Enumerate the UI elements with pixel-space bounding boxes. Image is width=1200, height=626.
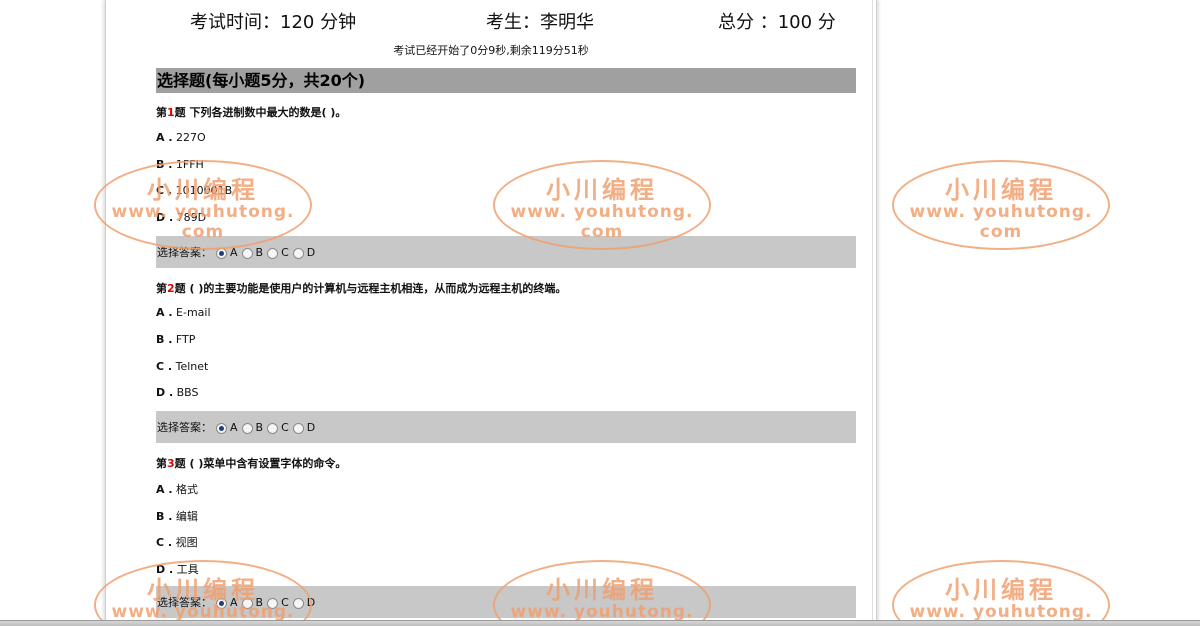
answer-choice-label: A — [230, 420, 238, 434]
answer-choice-label: D — [306, 595, 316, 609]
option-key: B . — [156, 158, 173, 171]
answer-label: 选择答案： — [157, 246, 212, 259]
option-c: C . 1010001B — [156, 184, 232, 197]
option-text: BBS — [173, 386, 199, 399]
answer-radio-b[interactable] — [241, 422, 253, 434]
option-text: 227O — [172, 131, 206, 144]
option-key: C . — [156, 360, 173, 373]
option-key: B . — [156, 333, 173, 346]
answer-label: 选择答案： — [157, 421, 212, 434]
option-text: 1010001B — [172, 184, 233, 197]
option-text: E-mail — [172, 306, 211, 319]
question-number: 3 — [167, 457, 175, 470]
question-text: 题 ( )菜单中含有设置字体的命令。 — [174, 457, 347, 470]
answer-choice-label: D — [306, 245, 316, 259]
option-d: D . 工具 — [156, 561, 199, 577]
option-a: A . E-mail — [156, 306, 211, 319]
answer-choice-label: C — [281, 420, 289, 434]
answer-label: 选择答案： — [157, 596, 212, 609]
answer-choice-label: B — [255, 420, 264, 434]
answer-choice-label: A — [230, 245, 238, 259]
exam-header: 考试时间：120 分钟 考生：李明华 总分 ：100 分 — [106, 8, 876, 34]
option-key: A . — [156, 483, 173, 496]
option-text: 格式 — [172, 483, 199, 496]
option-text: 工具 — [173, 563, 199, 576]
answer-choice-label: C — [281, 245, 289, 259]
question-text: 题 下列各进制数中最大的数是( )。 — [174, 106, 347, 119]
question-prefix: 第 — [156, 282, 167, 295]
option-c: C . 视图 — [156, 534, 198, 550]
answer-radio-a[interactable] — [216, 597, 227, 609]
option-key: A . — [156, 131, 173, 144]
option-b: B . 1FFH — [156, 158, 204, 171]
option-text: FTP — [172, 333, 196, 346]
answer-choice-label: A — [230, 595, 238, 609]
watermark: 小川编程 www. youhutong. com — [892, 560, 1110, 626]
answer-choice-label: B — [255, 245, 264, 259]
exam-student-label: 考生：李明华 — [486, 12, 594, 33]
watermark-url: www. youhutong. com — [909, 202, 1093, 242]
option-key: B . — [156, 510, 173, 523]
answer-radio-d[interactable] — [292, 422, 304, 434]
option-key: D . — [156, 211, 174, 224]
question-title: 第1题 下列各进制数中最大的数是( )。 — [156, 104, 346, 120]
section-title: 选择题(每小题5分，共20个) — [156, 68, 856, 93]
answer-radio-d[interactable] — [292, 247, 304, 259]
answer-bar: 选择答案： A B C D — [156, 411, 856, 443]
answer-bar: 选择答案： A B C D — [156, 586, 856, 618]
question-number: 1 — [167, 106, 175, 119]
option-d: D . BBS — [156, 386, 199, 399]
watermark-text: 小川编程 — [945, 176, 1057, 204]
answer-choice-label: D — [306, 420, 316, 434]
option-key: C . — [156, 536, 173, 549]
question-prefix: 第 — [156, 457, 167, 470]
answer-bar: 选择答案： A B C D — [156, 236, 856, 268]
option-text: 789D — [173, 211, 207, 224]
exam-total-score-label: 总分 ：100 分 — [718, 12, 836, 33]
question-prefix: 第 — [156, 106, 167, 119]
option-a: A . 227O — [156, 131, 206, 144]
option-key: C . — [156, 184, 173, 197]
option-b: B . 编辑 — [156, 508, 198, 524]
exam-page: 考试时间：120 分钟 考生：李明华 总分 ：100 分 考试已经开始了0分9秒… — [105, 0, 877, 626]
option-text: 1FFH — [172, 158, 204, 171]
option-text: 编辑 — [172, 510, 198, 523]
option-key: D . — [156, 386, 174, 399]
answer-radio-c[interactable] — [267, 247, 279, 259]
answer-radio-d[interactable] — [292, 597, 304, 609]
watermark-text: 小川编程 — [945, 576, 1057, 604]
option-key: A . — [156, 306, 173, 319]
option-text: 视图 — [172, 536, 198, 549]
watermark: 小川编程 www. youhutong. com — [892, 160, 1110, 250]
option-d: D . 789D — [156, 211, 206, 224]
question-title: 第2题 ( )的主要功能是使用户的计算机与远程主机相连，从而成为远程主机的终端。 — [156, 280, 566, 296]
option-a: A . 格式 — [156, 481, 198, 497]
exam-time-label: 考试时间：120 分钟 — [190, 12, 357, 33]
answer-radio-a[interactable] — [216, 422, 227, 434]
question-text: 题 ( )的主要功能是使用户的计算机与远程主机相连，从而成为远程主机的终端。 — [174, 282, 567, 295]
answer-choice-label: C — [281, 595, 289, 609]
question-title: 第3题 ( )菜单中含有设置字体的命令。 — [156, 455, 346, 471]
answer-radio-c[interactable] — [267, 422, 279, 434]
option-text: Telnet — [172, 360, 209, 373]
question-number: 2 — [167, 282, 175, 295]
answer-radio-b[interactable] — [241, 597, 253, 609]
answer-radio-b[interactable] — [241, 247, 253, 259]
option-key: D . — [156, 563, 174, 576]
exam-timer: 考试已经开始了0分9秒,剩余119分51秒 — [393, 44, 589, 57]
answer-radio-a[interactable] — [216, 247, 227, 259]
answer-radio-c[interactable] — [267, 597, 279, 609]
taskbar[interactable] — [0, 620, 1200, 626]
answer-choice-label: B — [255, 595, 264, 609]
option-c: C . Telnet — [156, 360, 208, 373]
option-b: B . FTP — [156, 333, 195, 346]
